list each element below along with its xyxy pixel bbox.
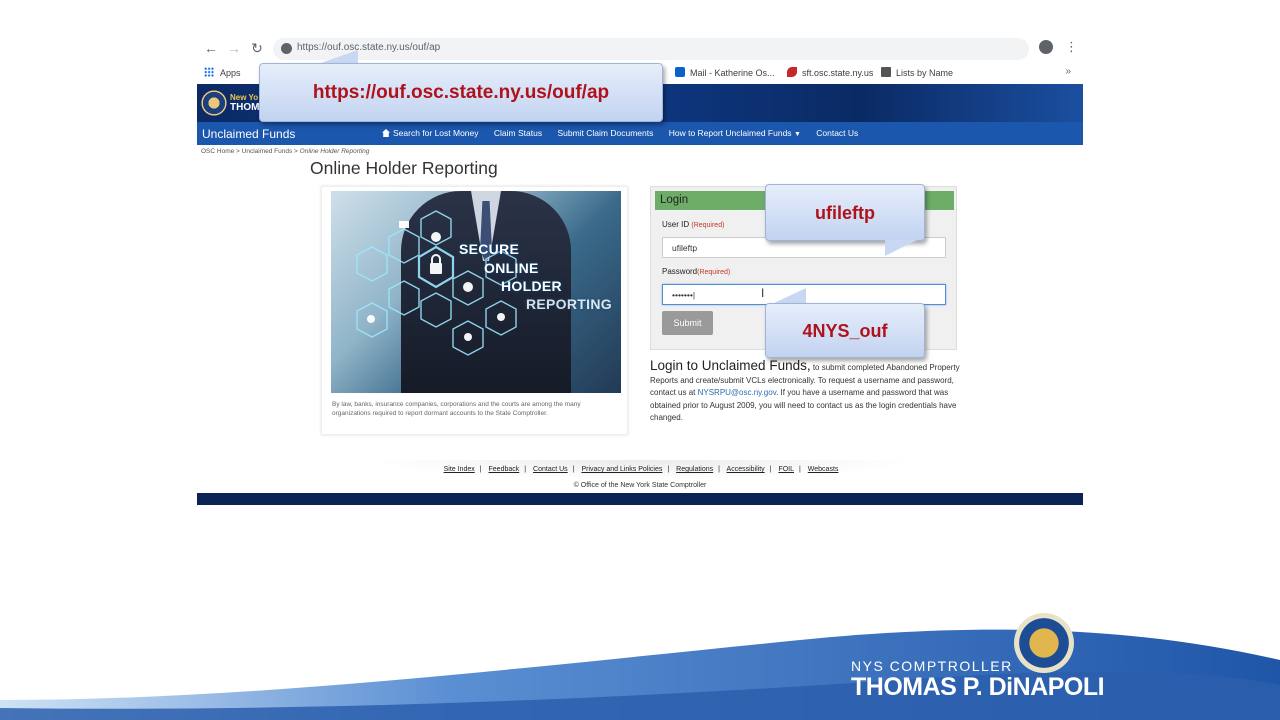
apps-grid-icon (204, 67, 214, 77)
breadcrumb-home[interactable]: OSC Home (201, 148, 234, 155)
sft-bird-icon (787, 67, 797, 77)
header-branding: New Yo THOM (230, 93, 260, 113)
site-info-icon[interactable] (281, 43, 292, 54)
footer-contact-us[interactable]: Contact Us (533, 466, 568, 473)
home-icon (382, 129, 390, 137)
footer-regulations[interactable]: Regulations (676, 466, 713, 473)
nav-how-to-report[interactable]: How to Report Unclaimed Funds ▼ (669, 128, 801, 138)
submit-button[interactable]: Submit (662, 311, 713, 335)
address-url: https://ouf.osc.state.ny.us/ouf/ap (297, 42, 441, 53)
text-cursor-icon: I (761, 286, 765, 300)
more-menu-icon[interactable]: ⋮ (1065, 39, 1078, 55)
bookmark-apps[interactable]: Apps (204, 67, 241, 78)
brand-name: THOMAS P. DiNAPOLI (851, 673, 1105, 701)
footer-accessibility[interactable]: Accessibility (727, 466, 765, 473)
password-callout: 4NYS_ouf (765, 303, 925, 358)
nav-contact-us[interactable]: Contact Us (816, 128, 858, 138)
profile-icon[interactable] (1039, 40, 1053, 54)
nys-seal-icon (201, 90, 227, 116)
login-description: Login to Unclaimed Funds, to submit comp… (650, 358, 960, 422)
breadcrumb-current: Online Holder Reporting (299, 148, 370, 155)
forward-arrow-icon[interactable]: → (226, 40, 242, 56)
bookmark-mail[interactable]: Mail - Katherine Os... (675, 67, 775, 78)
nav-claim-status[interactable]: Claim Status (494, 128, 542, 138)
footer-webcasts[interactable]: Webcasts (808, 466, 839, 473)
page-title: Online Holder Reporting (310, 158, 498, 178)
nav-menu: Search for Lost Money Claim Status Submi… (382, 128, 871, 138)
footer-bar (197, 493, 1083, 505)
url-callout: https://ouf.osc.state.ny.us/ouf/ap (259, 63, 663, 122)
promo-card: SECURE ONLINE HOLDER REPORTING By law, b… (321, 186, 628, 435)
footer-feedback[interactable]: Feedback (489, 466, 520, 473)
address-bar[interactable]: https://ouf.osc.state.ny.us/ouf/ap (273, 38, 1029, 60)
hexagon-network-graphic (356, 210, 517, 356)
back-arrow-icon[interactable]: ← (203, 40, 219, 56)
footer-site-index[interactable]: Site Index (444, 466, 475, 473)
promo-line-holder: HOLDER (501, 278, 562, 294)
footer-links: Site Index | Feedback | Contact Us | Privac… (366, 460, 916, 480)
site-navigation: Unclaimed Funds Search for Lost Money Cl… (197, 122, 1083, 145)
nav-submit-claim-documents[interactable]: Submit Claim Documents (557, 128, 653, 138)
secure-reporting-image: SECURE ONLINE HOLDER REPORTING (331, 191, 621, 393)
outlook-icon (675, 67, 685, 77)
nys-doc-icon (881, 67, 891, 77)
promo-line-online: ONLINE (484, 260, 539, 276)
promo-caption: By law, banks, insurance companies, corp… (332, 401, 581, 417)
password-label: Password(Required) (662, 267, 731, 276)
breadcrumb: OSC Home > Unclaimed Funds > Online Hold… (201, 148, 370, 155)
brand-subtitle: NYS COMPTROLLER (851, 658, 1013, 674)
bookmark-sft[interactable]: sft.osc.state.ny.us (787, 67, 873, 78)
nav-search-lost-money[interactable]: Search for Lost Money (382, 128, 479, 138)
login-heading: Login (660, 194, 689, 206)
bookmarks-overflow-icon[interactable]: » (1065, 66, 1071, 77)
breadcrumb-section[interactable]: Unclaimed Funds (242, 148, 293, 155)
userid-label: User ID (Required) (662, 220, 725, 229)
footer-foil[interactable]: FOIL (778, 466, 794, 473)
copyright-text: © Office of the New York State Comptroll… (573, 482, 707, 489)
footer-privacy[interactable]: Privacy and Links Policies (581, 466, 662, 473)
promo-line-secure: SECURE (459, 241, 520, 257)
brand-wave-graphic (0, 629, 1280, 720)
caret-down-icon: ▼ (793, 131, 801, 138)
comptroller-seal-icon (1014, 613, 1074, 673)
reload-icon[interactable]: ↻ (249, 40, 265, 56)
contact-email-link[interactable]: NYSRPU@osc.ny.gov (698, 388, 777, 397)
site-title[interactable]: Unclaimed Funds (202, 127, 295, 141)
userid-callout: ufileftp (765, 184, 925, 241)
promo-line-reporting: REPORTING (526, 296, 612, 312)
bookmark-lists[interactable]: Lists by Name (881, 67, 953, 78)
